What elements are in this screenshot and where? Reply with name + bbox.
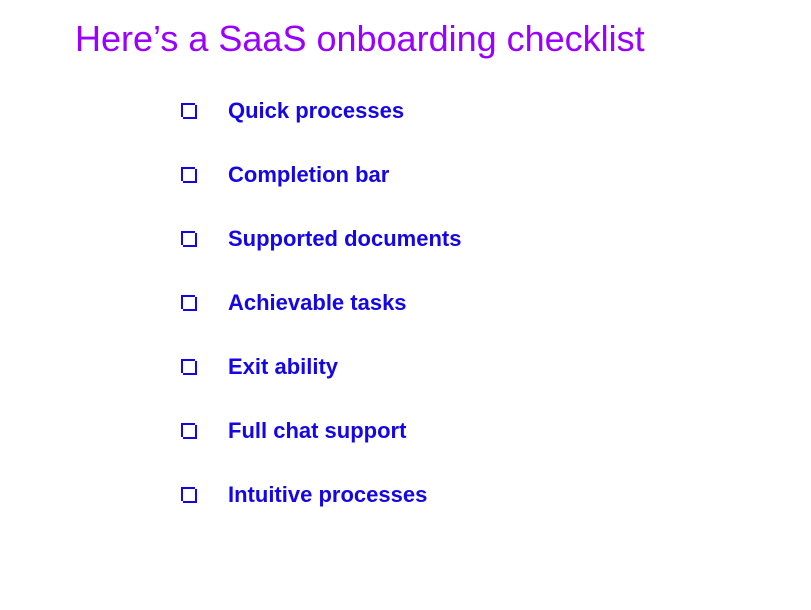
- checkbox-icon: [180, 230, 198, 248]
- checkbox-icon: [180, 294, 198, 312]
- checkbox-icon: [180, 358, 198, 376]
- checklist-item-label: Completion bar: [228, 162, 389, 188]
- checklist-item-label: Quick processes: [228, 98, 404, 124]
- checkbox-icon: [180, 166, 198, 184]
- checklist-item: Completion bar: [180, 162, 811, 188]
- checklist-item: Intuitive processes: [180, 482, 811, 508]
- checkbox-icon: [180, 102, 198, 120]
- checklist-item: Achievable tasks: [180, 290, 811, 316]
- checklist-item-label: Full chat support: [228, 418, 406, 444]
- page-title: Here’s a SaaS onboarding checklist: [0, 18, 811, 60]
- checklist-item-label: Supported documents: [228, 226, 461, 252]
- checkbox-icon: [180, 486, 198, 504]
- checklist-item: Full chat support: [180, 418, 811, 444]
- checklist-item: Quick processes: [180, 98, 811, 124]
- checklist-item-label: Achievable tasks: [228, 290, 407, 316]
- checklist-item-label: Intuitive processes: [228, 482, 427, 508]
- checklist-item-label: Exit ability: [228, 354, 338, 380]
- checklist-item: Supported documents: [180, 226, 811, 252]
- checklist-item: Exit ability: [180, 354, 811, 380]
- checklist: Quick processes Completion bar Supported…: [0, 98, 811, 508]
- checkbox-icon: [180, 422, 198, 440]
